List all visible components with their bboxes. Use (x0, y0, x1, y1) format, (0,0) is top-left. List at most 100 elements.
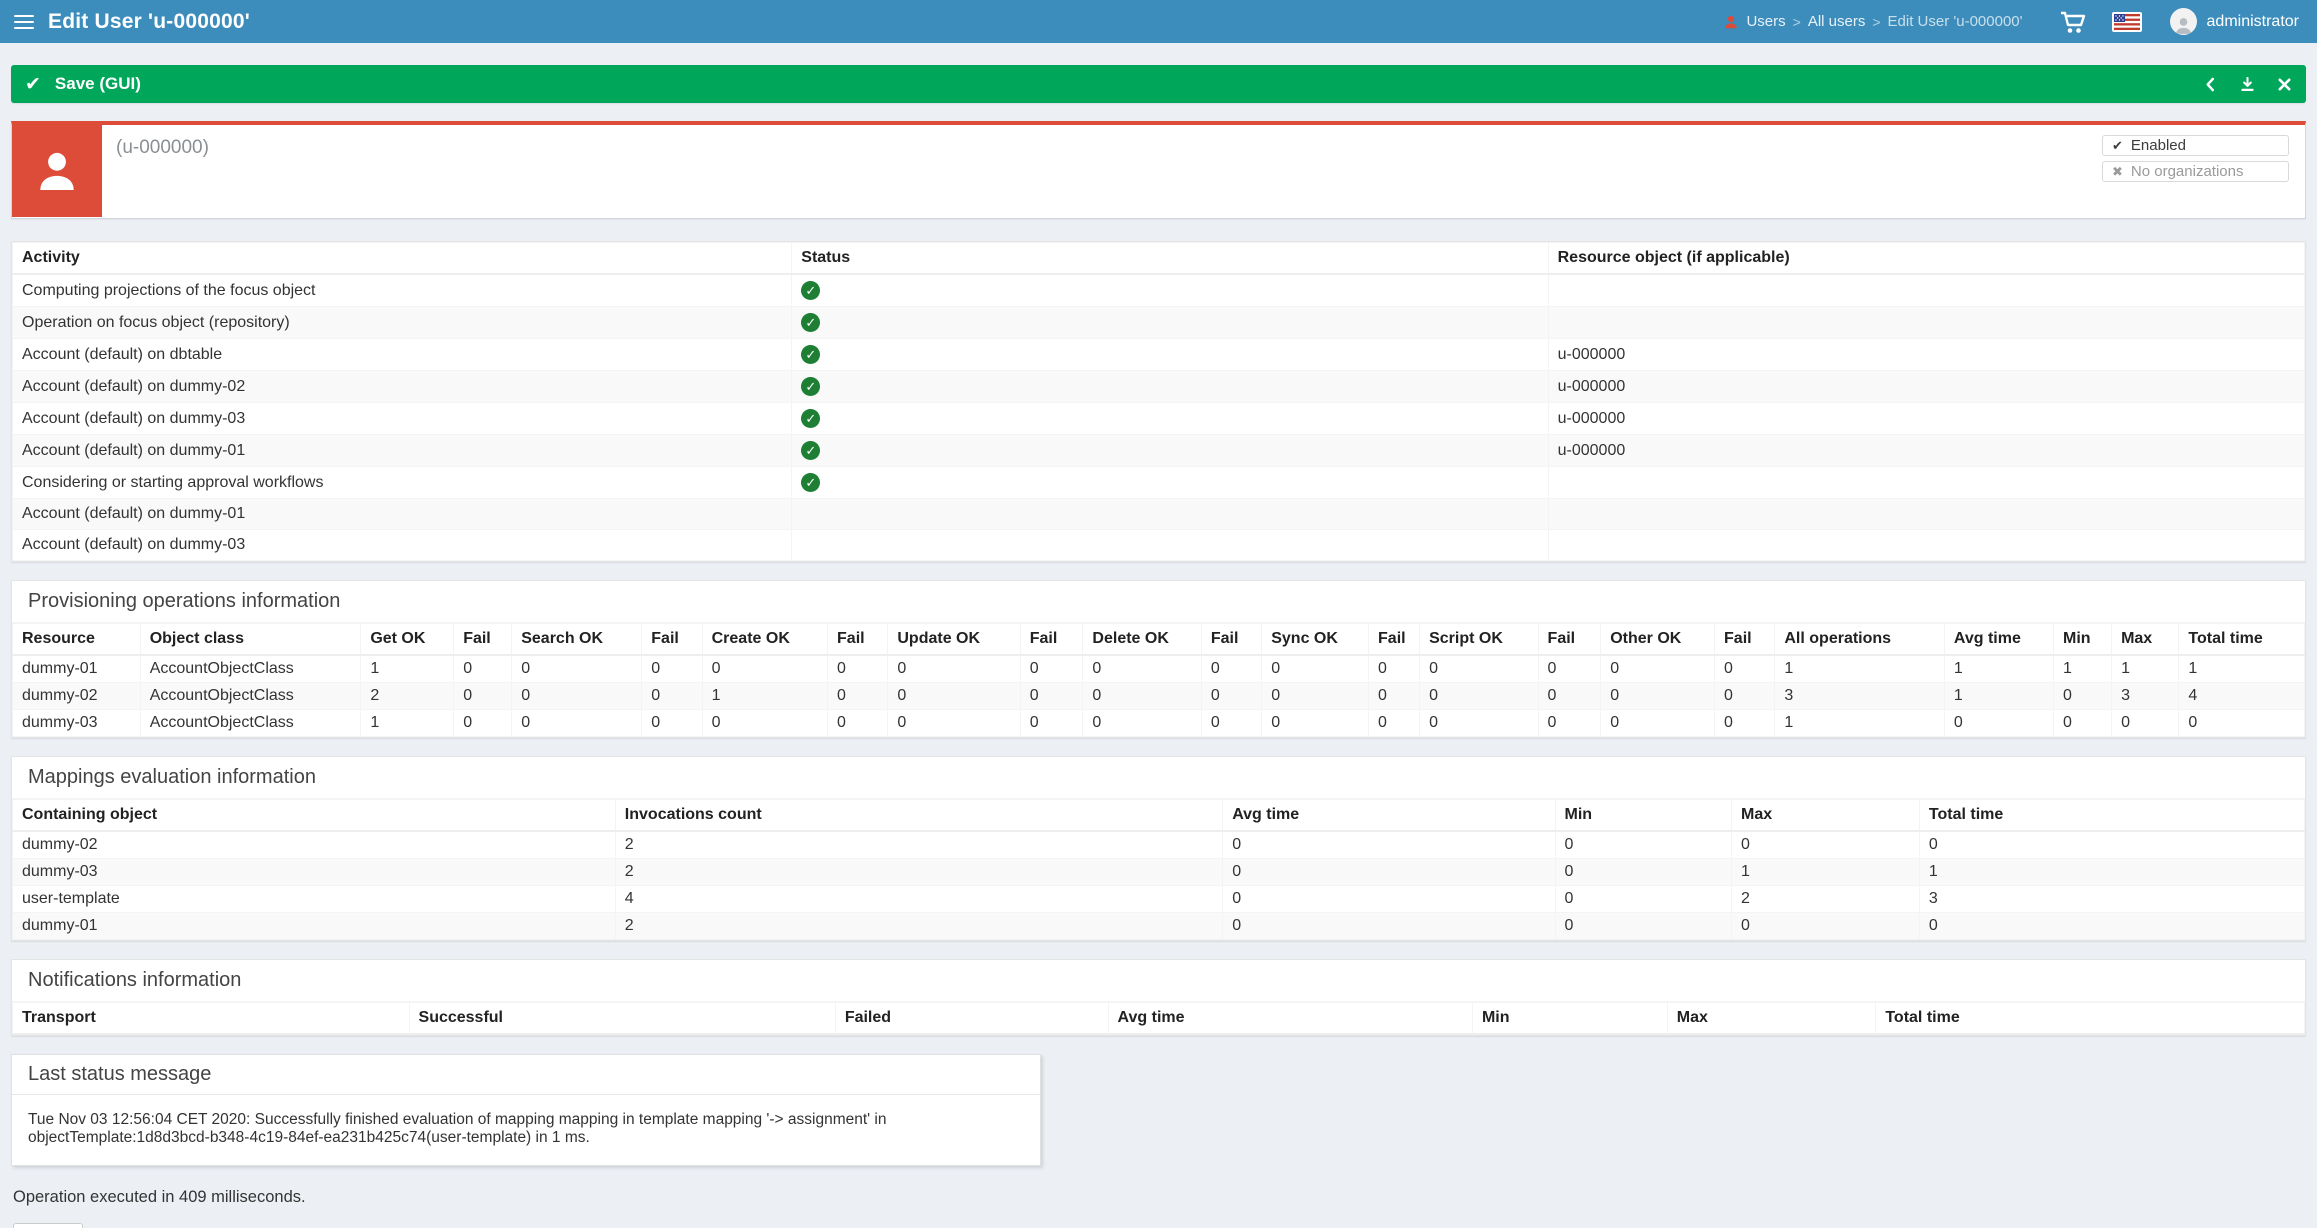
download-icon[interactable] (2240, 76, 2255, 92)
table-cell: 2 (360, 682, 455, 710)
table-cell: 4 (2178, 682, 2305, 710)
column-header: Fail (827, 623, 889, 656)
column-header: Min (1554, 799, 1732, 832)
table-cell: 0 (511, 709, 643, 737)
column-header: Get OK (360, 623, 455, 656)
column-header: Failed (834, 1002, 1109, 1035)
table-cell: 0 (641, 682, 703, 710)
table-cell: 0 (1261, 709, 1370, 737)
column-header: Min (2053, 623, 2113, 656)
breadcrumb-all-users[interactable]: All users (1808, 13, 1866, 30)
status-cell: ✓ (791, 402, 1549, 435)
breadcrumb: Users > All users > Edit User 'u-000000' (1723, 13, 2029, 30)
column-header: Avg time (1222, 799, 1556, 832)
table-cell: 0 (1222, 885, 1556, 913)
table-cell: dummy-03 (12, 858, 616, 886)
table-cell: 0 (1200, 682, 1263, 710)
table-cell: 0 (1261, 654, 1370, 683)
activity-cell: Computing projections of the focus objec… (11, 273, 793, 307)
status-cell (791, 529, 1549, 561)
column-header: Total time (2178, 623, 2305, 656)
table-cell: 0 (1554, 830, 1732, 859)
column-header: Update OK (887, 623, 1021, 656)
table-cell: dummy-03 (12, 709, 141, 737)
table-cell: 0 (641, 654, 703, 683)
column-header: Other OK (1600, 623, 1716, 656)
table-cell: 0 (1537, 654, 1602, 683)
column-header: Containing object (12, 799, 616, 832)
column-header: Sync OK (1261, 623, 1370, 656)
table-cell: 0 (1537, 709, 1602, 737)
table-header-row: Resource Object class Get OK Fail Search OK F… (12, 623, 2305, 656)
tag-label: Enabled (2130, 137, 2186, 154)
breadcrumb-users[interactable]: Users (1746, 13, 1785, 30)
table-cell: 0 (1019, 654, 1084, 683)
activity-cell: Account (default) on dummy-03 (11, 402, 793, 435)
table-cell: 1 (1943, 654, 2055, 683)
table-cell: 0 (827, 654, 889, 683)
activity-row: Account (default) on dummy-03 ✓ u-000000 (11, 402, 2306, 435)
table-cell: 0 (1261, 682, 1370, 710)
activity-cell: Considering or starting approval workflo… (11, 466, 793, 499)
table-cell: AccountObjectClass (139, 682, 362, 710)
column-header: Max (2111, 623, 2180, 656)
column-header: Delete OK (1082, 623, 1202, 656)
table-cell: 0 (1419, 682, 1539, 710)
check-icon: ✔ (2112, 137, 2123, 153)
activity-status-box: Activity Status Resource object (if applic… (11, 241, 2306, 562)
notifications-table: Transport Successful Failed Avg time Min Max T… (12, 1002, 2305, 1035)
table-cell: 2 (1730, 885, 1920, 913)
table-cell: 0 (701, 709, 829, 737)
column-header: All operations (1774, 623, 1945, 656)
table-cell: 0 (1419, 709, 1539, 737)
activity-cell: Account (default) on dummy-03 (11, 529, 793, 561)
table-cell: 0 (453, 654, 513, 683)
table-cell: 0 (1714, 654, 1776, 683)
table-cell: 0 (453, 709, 513, 737)
menu-toggle-icon[interactable] (0, 0, 48, 43)
table-cell: dummy-01 (12, 912, 616, 940)
table-header-row: Transport Successful Failed Avg time Min Max T… (12, 1002, 2305, 1035)
table-cell: 0 (1714, 682, 1776, 710)
column-header: Fail (1368, 623, 1421, 656)
table-cell: user-template (12, 885, 616, 913)
success-icon: ✓ (801, 377, 821, 396)
language-flag-icon[interactable] (2111, 11, 2142, 32)
table-cell: 1 (701, 682, 829, 710)
collapse-icon[interactable] (2203, 77, 2218, 92)
user-menu[interactable]: administrator (2169, 8, 2299, 35)
table-cell: 0 (1082, 682, 1202, 710)
success-icon: ✓ (801, 473, 821, 492)
user-display-name: (u-000000) (116, 137, 209, 158)
table-cell: 3 (1774, 682, 1945, 710)
table-row: dummy-01 AccountObjectClass 1 0 0 0 0 0 0 0 0 0 0 0 0 0… (12, 654, 2305, 683)
column-header: Fail (1019, 623, 1084, 656)
username-label: administrator (2206, 12, 2299, 30)
table-cell: 0 (1419, 654, 1539, 683)
back-button[interactable]: Back (13, 1223, 83, 1228)
table-cell: 0 (1200, 709, 1263, 737)
table-cell: 0 (1222, 830, 1556, 859)
success-icon: ✓ (801, 281, 821, 300)
column-header: Total time (1918, 799, 2306, 832)
user-icon (1723, 14, 1739, 30)
table-cell: 1 (1918, 858, 2306, 886)
table-row: dummy-03 AccountObjectClass 1 0 0 0 0 0 0 0 0 0 0 0 0 0… (12, 709, 2305, 737)
table-cell: 1 (2111, 654, 2180, 683)
column-header: Successful (408, 1002, 836, 1035)
activity-row: Account (default) on dbtable ✓ u-000000 (11, 338, 2306, 371)
shopping-cart-icon[interactable] (2060, 10, 2086, 34)
cross-icon: ✖ (2112, 163, 2123, 179)
activity-cell: Account (default) on dummy-01 (11, 434, 793, 467)
table-cell: 1 (360, 709, 455, 737)
table-cell: 2 (614, 912, 1224, 940)
resource-object-cell (1547, 498, 2306, 530)
close-icon[interactable] (2277, 77, 2292, 92)
table-cell: 0 (453, 682, 513, 710)
table-cell: 0 (887, 654, 1021, 683)
top-navbar: Edit User 'u-000000' Users > All users >… (0, 0, 2317, 43)
column-header: Fail (641, 623, 703, 656)
table-cell: 0 (641, 709, 703, 737)
table-cell: 1 (1774, 654, 1945, 683)
table-header-row: Containing object Invocations count Avg ti… (12, 799, 2306, 832)
